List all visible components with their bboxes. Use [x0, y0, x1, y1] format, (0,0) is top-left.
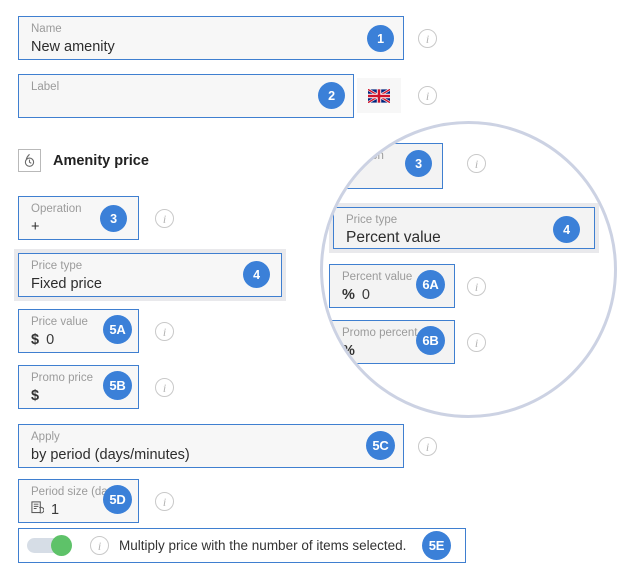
amenity-price-section-header: Amenity price — [18, 149, 149, 172]
switch-knob — [51, 535, 72, 556]
label-field-label: Label — [31, 81, 60, 93]
name-field[interactable]: Name New amenity — [18, 16, 404, 60]
badge-3: 3 — [100, 205, 127, 232]
multiply-toggle-info-icon[interactable]: i — [90, 536, 109, 555]
uk-flag-icon — [368, 88, 390, 103]
calendar-clock-icon — [31, 500, 45, 520]
mag-promo-percent-unit: % — [342, 343, 355, 359]
magnifier-content: ation 3 i Price type Percent value 4 Per… — [323, 124, 614, 415]
price-value-unit: $ — [31, 332, 40, 348]
price-type-field-value: Fixed price — [31, 276, 102, 292]
badge-5a: 5A — [103, 315, 132, 344]
price-value-field-info-icon[interactable]: i — [155, 322, 174, 341]
mag-price-type-value: Percent value — [346, 229, 441, 246]
language-flag-button[interactable] — [357, 78, 401, 113]
magnifier-overlay: ation 3 i Price type Percent value 4 Per… — [320, 121, 617, 418]
name-field-info-icon[interactable]: i — [418, 29, 437, 48]
label-field[interactable]: Label — [18, 74, 354, 118]
badge-1: 1 — [367, 25, 394, 52]
apply-field-info-icon[interactable]: i — [418, 437, 437, 456]
section-title: Amenity price — [53, 152, 149, 169]
badge-5b: 5B — [103, 371, 132, 400]
operation-field-info-icon[interactable]: i — [155, 209, 174, 228]
mag-percent-value-info-icon[interactable]: i — [467, 277, 486, 296]
price-tag-icon — [18, 149, 41, 172]
apply-field-value: by period (days/minutes) — [31, 447, 190, 463]
badge-5e: 5E — [422, 531, 451, 560]
label-field-info-icon[interactable]: i — [418, 86, 437, 105]
mag-price-type-label: Price type — [346, 214, 398, 226]
multiply-toggle-label: Multiply price with the number of items … — [119, 538, 407, 553]
mag-percent-value-number: 0 — [361, 287, 370, 303]
mag-badge-6b: 6B — [416, 326, 445, 355]
mag-operation-info-icon[interactable]: i — [467, 154, 486, 173]
badge-5d: 5D — [103, 485, 132, 514]
period-size-field-info-icon[interactable]: i — [155, 492, 174, 511]
badge-2: 2 — [318, 82, 345, 109]
name-field-value: New amenity — [31, 39, 115, 55]
price-value-number: 0 — [46, 332, 55, 348]
mag-percent-value-unit: % — [342, 287, 355, 303]
badge-4: 4 — [243, 261, 270, 288]
form-canvas: Name New amenity 1 i Label 2 i Amenity p… — [0, 0, 640, 576]
promo-price-field-info-icon[interactable]: i — [155, 378, 174, 397]
apply-field[interactable]: Apply by period (days/minutes) — [18, 424, 404, 468]
period-size-number: 1 — [51, 502, 60, 518]
mag-promo-percent-info-icon[interactable]: i — [467, 333, 486, 352]
price-type-field-label: Price type — [31, 260, 83, 272]
multiply-price-switch[interactable] — [27, 535, 74, 556]
multiply-price-toggle-row[interactable]: i Multiply price with the number of item… — [18, 528, 466, 563]
badge-5c: 5C — [366, 431, 395, 460]
mag-badge-4: 4 — [553, 216, 580, 243]
mag-badge-3: 3 — [405, 150, 432, 177]
mag-badge-6a: 6A — [416, 270, 445, 299]
promo-price-unit: $ — [31, 388, 40, 404]
name-field-label: Name — [31, 23, 62, 35]
apply-field-label: Apply — [31, 431, 60, 443]
